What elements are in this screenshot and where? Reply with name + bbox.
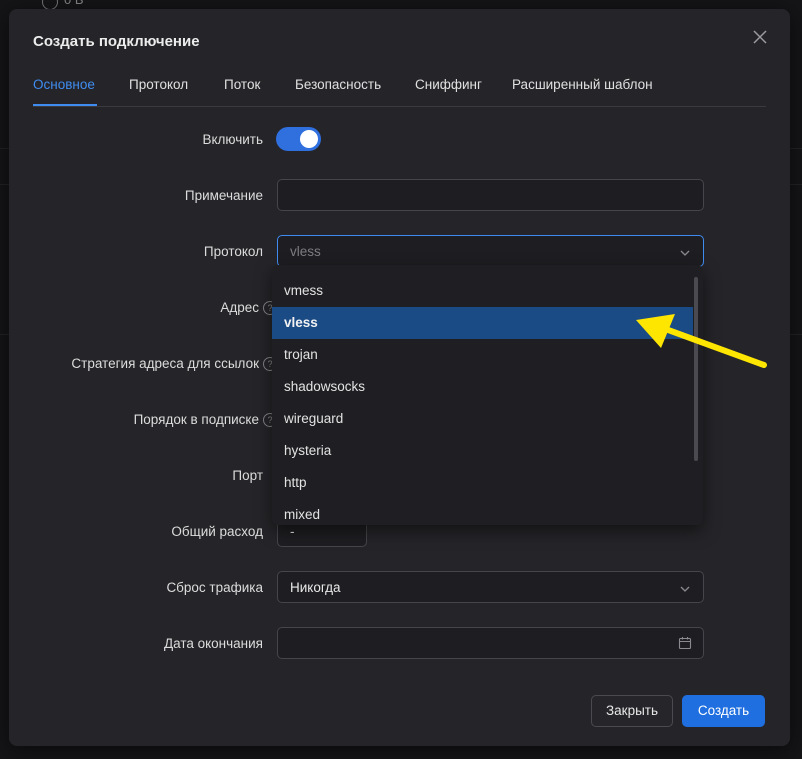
annotation-arrow-icon: [630, 310, 770, 379]
protocol-select[interactable]: vless: [277, 235, 704, 267]
protocol-dropdown-menu: vmess vless trojan shadowsocks wireguard…: [272, 265, 703, 525]
option-label: http: [284, 475, 307, 490]
sub-order-label: Порядок в подписке?: [134, 412, 277, 427]
option-label: shadowsocks: [284, 379, 366, 394]
port-label: Порт: [232, 468, 263, 483]
tab-protocol[interactable]: Протокол: [129, 77, 188, 92]
tab-basic[interactable]: Основное: [33, 77, 95, 92]
option-label: vless: [284, 315, 318, 330]
option-label: vmess: [284, 283, 324, 298]
close-icon[interactable]: [750, 27, 770, 47]
chevron-down-icon: [679, 246, 691, 264]
protocol-select-value: vless: [290, 244, 321, 259]
address-label: Адрес?: [220, 300, 277, 315]
option-wireguard[interactable]: wireguard: [272, 403, 693, 435]
traffic-reset-select[interactable]: Никогда: [277, 571, 704, 603]
expiry-date-picker[interactable]: [277, 627, 704, 659]
chevron-down-icon: [679, 582, 691, 600]
enable-toggle[interactable]: [276, 127, 321, 151]
close-button[interactable]: Закрыть: [591, 695, 673, 727]
option-hysteria[interactable]: hysteria: [272, 435, 693, 467]
remark-label: Примечание: [184, 188, 263, 203]
total-traffic-label: Общий расход: [171, 524, 263, 539]
traffic-reset-value: Никогда: [290, 580, 341, 595]
modal-title: Создать подключение: [33, 33, 200, 50]
option-vmess[interactable]: vmess: [272, 275, 693, 307]
option-mixed[interactable]: mixed: [272, 499, 693, 525]
background-text: 0 В: [64, 0, 84, 7]
sub-order-label-text: Порядок в подписке: [133, 412, 259, 427]
tab-stream[interactable]: Поток: [224, 77, 260, 92]
create-button[interactable]: Создать: [682, 695, 765, 727]
option-http[interactable]: http: [272, 467, 693, 499]
option-label: hysteria: [284, 443, 332, 458]
tab-sniffing[interactable]: Сниффинг: [415, 77, 482, 92]
tab-advanced-template[interactable]: Расширенный шаблон: [512, 77, 653, 92]
enable-label: Включить: [202, 132, 263, 147]
option-label: mixed: [284, 507, 321, 522]
link-strategy-label-text: Стратегия адреса для ссылок: [71, 356, 259, 371]
option-label: trojan: [284, 347, 318, 362]
option-label: wireguard: [284, 411, 344, 426]
total-traffic-value: -: [290, 524, 295, 539]
active-tab-indicator: [33, 104, 97, 106]
expiry-label: Дата окончания: [163, 636, 263, 651]
remark-input[interactable]: [277, 179, 704, 211]
link-strategy-label: Стратегия адреса для ссылок?: [71, 356, 277, 371]
traffic-reset-label: Сброс трафика: [166, 580, 263, 595]
calendar-icon[interactable]: [678, 636, 692, 655]
toggle-knob: [300, 130, 318, 148]
tab-bar: Основное Протокол Поток Безопасность Сни…: [33, 69, 766, 107]
address-label-text: Адрес: [220, 300, 259, 315]
tab-security[interactable]: Безопасность: [295, 77, 381, 92]
protocol-label: Протокол: [203, 244, 263, 259]
